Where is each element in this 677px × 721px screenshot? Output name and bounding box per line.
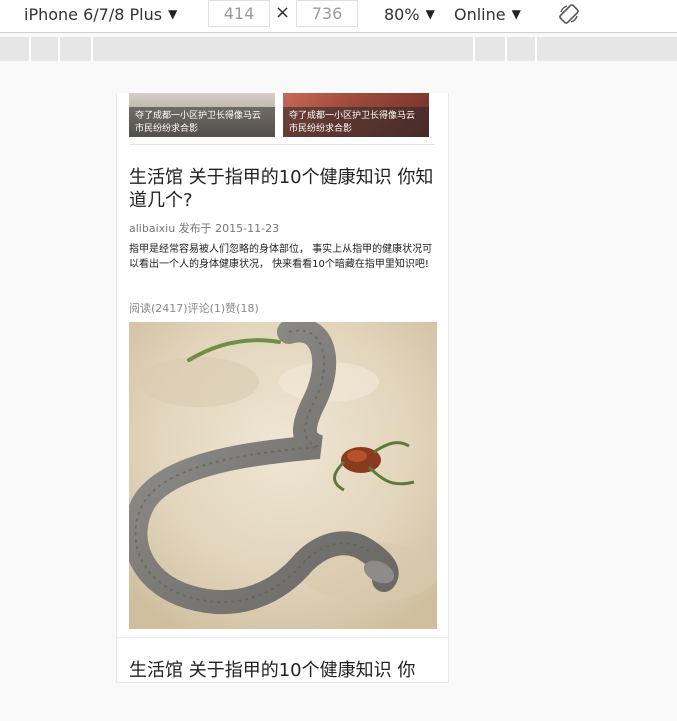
dimension-separator: × — [275, 2, 291, 23]
divider — [117, 637, 448, 638]
device-select[interactable]: iPhone 6/7/8 Plus ▼ — [24, 0, 177, 28]
media-query-segment[interactable] — [505, 37, 507, 61]
rotate-icon[interactable] — [558, 3, 580, 25]
device-viewport: 夺了成都一小区护卫长得像马云 市民纷纷求合影 夺了成都一小区护卫长得像马云 市民… — [116, 93, 449, 683]
media-query-segment[interactable] — [29, 37, 31, 61]
divider — [129, 144, 435, 145]
related-thumbnails: 夺了成都一小区护卫长得像马云 市民纷纷求合影 夺了成都一小区护卫长得像马云 市民… — [129, 93, 439, 137]
height-input[interactable]: 736 — [296, 0, 358, 27]
media-query-bar[interactable] — [0, 37, 677, 61]
article-excerpt: 指甲是经常容易被人们忽略的身体部位， 事实上从指甲的健康状况可以看出一个人的身体… — [129, 244, 433, 270]
snake-photo — [129, 322, 437, 629]
media-query-segment[interactable] — [58, 37, 60, 61]
chevron-down-icon: ▼ — [425, 7, 435, 21]
article-card: 生活馆 关于指甲的10个健康知识 你知道几个? alibaixiu 发布于 20… — [129, 166, 437, 636]
network-select-label: Online — [454, 4, 506, 24]
article-title[interactable]: 生活馆 关于指甲的10个健康知识 你 — [129, 659, 437, 682]
thumbnail-caption: 夺了成都一小区护卫长得像马云 市民纷纷求合影 — [129, 107, 275, 137]
chevron-down-icon: ▼ — [168, 7, 178, 21]
zoom-select[interactable]: 80% ▼ — [384, 0, 435, 28]
article-title[interactable]: 生活馆 关于指甲的10个健康知识 你知道几个? — [129, 166, 437, 212]
thumbnail-caption: 夺了成都一小区护卫长得像马云 市民纷纷求合影 — [283, 107, 429, 137]
article-stats: 阅读(2417)评论(1)赞(18) — [129, 302, 259, 315]
zoom-select-label: 80% — [384, 4, 420, 24]
media-query-segment[interactable] — [535, 37, 537, 61]
article-card: 生活馆 关于指甲的10个健康知识 你 — [129, 659, 437, 682]
device-toolbar: iPhone 6/7/8 Plus ▼ 414 × 736 80% ▼ Onli… — [0, 0, 677, 33]
media-query-segment[interactable] — [91, 37, 93, 61]
article-meta: alibaixiu 发布于 2015-11-23 — [129, 222, 280, 235]
article-image[interactable] — [129, 322, 437, 629]
network-select[interactable]: Online ▼ — [454, 0, 521, 28]
width-input[interactable]: 414 — [208, 0, 270, 27]
chevron-down-icon: ▼ — [511, 7, 521, 21]
media-query-segment[interactable] — [473, 37, 475, 61]
thumbnail-card[interactable]: 夺了成都一小区护卫长得像马云 市民纷纷求合影 — [129, 93, 275, 137]
device-select-label: iPhone 6/7/8 Plus — [24, 4, 163, 24]
thumbnail-card[interactable]: 夺了成都一小区护卫长得像马云 市民纷纷求合影 — [283, 93, 429, 137]
